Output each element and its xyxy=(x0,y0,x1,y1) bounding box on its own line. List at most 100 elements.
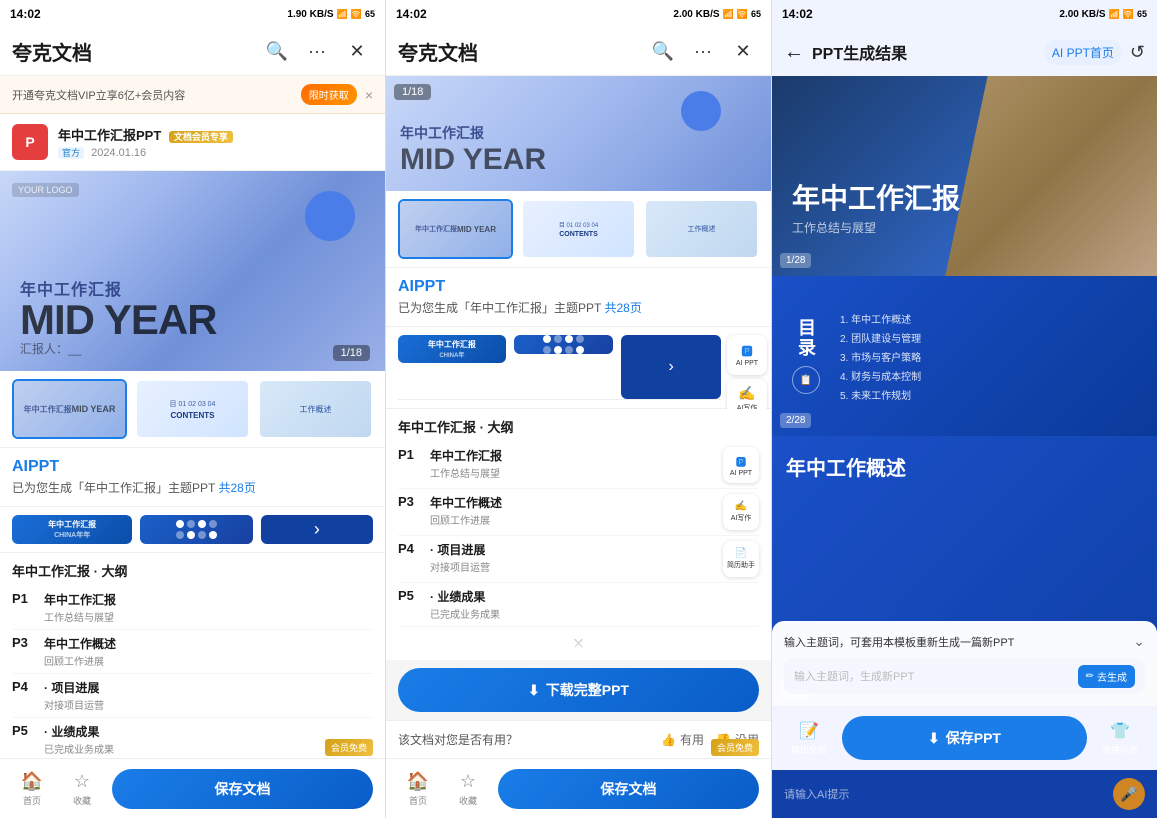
p2-aippt-tool[interactable]: 🅿 AI PPT xyxy=(727,335,767,375)
p2-outline-item-1: P1 年中工作汇报 工作总结与展望 🅿 AI PPT xyxy=(398,442,759,489)
battery-icon-3: 65 xyxy=(1137,9,1147,19)
status-icons-1: 1.90 KB/S 📶 🛜 65 xyxy=(287,9,375,20)
p3-slide3-title: 年中工作概述 xyxy=(786,452,1143,481)
outline-content-1: 年中工作汇报 工作总结与展望 xyxy=(44,591,373,624)
mic-icon: 🎤 xyxy=(1120,786,1137,803)
p3-refresh-icon[interactable]: ↺ xyxy=(1130,42,1145,63)
hero-area: YOUR LOGO 年中工作汇报 MID YEAR 汇报人：__ 1/18 xyxy=(0,171,385,371)
signal-icon-3: 📶 xyxy=(1109,9,1120,20)
p3-toc-item-2: 2. 团队建设与管理 xyxy=(840,328,1145,347)
aippt-title: AIPPT xyxy=(12,458,373,476)
p3-dropdown[interactable]: 输入主题词，可套用本模板重新生成一篇新PPT ⌄ xyxy=(784,633,1145,650)
thumb-mid-year[interactable]: 年中工作汇报 MID YEAR xyxy=(12,379,127,439)
p2-ppt-card-3[interactable]: › xyxy=(621,335,721,399)
doc-sub: 官方 2024.01.16 xyxy=(58,146,373,159)
p2-ppt-card-1[interactable]: 年中工作汇报CHINA年 xyxy=(398,335,506,363)
vip-badge-2: 会员免费 xyxy=(711,739,759,756)
p2-page-badge: 1/18 xyxy=(394,84,431,100)
nav-title-2: 夸克文档 xyxy=(398,37,639,66)
p3-nav-right: AI PPT首页 ↺ xyxy=(1044,40,1145,65)
p3-contents-title: 目录 xyxy=(793,318,819,358)
pencil-icon: ✏ xyxy=(1086,671,1094,682)
thumbnail-row: 年中工作汇报 MID YEAR 目 01 02 03 04 CONTENTS 工… xyxy=(0,371,385,448)
notif-action-btn[interactable]: 限时获取 xyxy=(301,84,357,105)
p2-thumbnail-row: 年中工作汇报 MID YEAR 目 01 02 03 04 CONTENTS 工… xyxy=(386,191,771,268)
ppt-preview-cards: 年中工作汇报CHINA年年 › xyxy=(0,507,385,553)
hero-logo-text: YOUR LOGO xyxy=(12,183,79,197)
download-ppt-btn[interactable]: ⬇ 下载完整PPT xyxy=(398,668,759,712)
thumb-contents-content: 目 01 02 03 04 CONTENTS xyxy=(137,381,248,437)
ppt-card-1[interactable]: 年中工作汇报CHINA年年 xyxy=(12,515,132,544)
p2-ppt-cards: 年中工作汇报CHINA年 › xyxy=(398,335,721,400)
p3-export-doc-btn[interactable]: 📝 输出文档 xyxy=(784,721,834,756)
p2-outline-item-2: P3 年中工作概述 回顾工作进展 ✍ AI写作 xyxy=(398,489,759,536)
doc-item[interactable]: P 年中工作汇报PPT 文档会员专享 官方 2024.01.16 xyxy=(0,114,385,171)
p3-toc-sidebar: 目录 📋 xyxy=(784,318,828,394)
p3-back-btn[interactable]: ← xyxy=(784,41,804,64)
bottom-bar-1: 🏠 首页 ☆ 收藏 保存文档 xyxy=(0,758,385,818)
ppt-card-more[interactable]: › xyxy=(261,515,373,544)
p2-outline-item-4: P5 · 业绩成果 已完成业务成果 xyxy=(398,583,759,627)
outline-item-1: P1 年中工作汇报 工作总结与展望 xyxy=(12,586,373,630)
p2-outline-item-3: P4 · 项目进展 对接项目运营 📄 简历助手 xyxy=(398,536,759,583)
p2-thumb-1[interactable]: 年中工作汇报 MID YEAR xyxy=(398,199,513,259)
thumb-work[interactable]: 工作概述 xyxy=(258,379,373,439)
p2-nav-home[interactable]: 🏠 首页 xyxy=(398,771,438,807)
p2-home-icon: 🏠 xyxy=(407,771,429,792)
close-button-2[interactable]: ✕ xyxy=(727,36,759,68)
close-button[interactable]: ✕ xyxy=(341,36,373,68)
p3-slide1-title: 年中工作汇报 xyxy=(792,184,960,215)
ppt-card-2[interactable] xyxy=(140,515,252,544)
outline-item-2: P3 年中工作概述 回顾工作进展 xyxy=(12,630,373,674)
doc-type-icon: P xyxy=(12,124,48,160)
p2-thumb-1-content: 年中工作汇报 MID YEAR xyxy=(400,201,511,257)
outline-content-4: · 业绩成果 已完成业务成果 xyxy=(44,723,373,756)
p3-nav: ← PPT生成结果 AI PPT首页 ↺ xyxy=(772,28,1157,76)
p2-ppt-card-2[interactable] xyxy=(514,335,614,354)
vip-tag: 文档会员专享 xyxy=(169,131,233,143)
p2-tool-side-1[interactable]: 🅿 AI PPT xyxy=(723,447,759,483)
panel-3: 14:02 2.00 KB/S 📶 🛜 65 ← PPT生成结果 AI PPT首… xyxy=(772,0,1157,818)
network-icon: 1.90 KB/S xyxy=(287,9,333,20)
p3-toc-item-3: 3. 市场与客户策略 xyxy=(840,347,1145,366)
hero-circle-decoration xyxy=(305,191,355,241)
p3-slide1-pagenum: 1/28 xyxy=(780,253,811,268)
outline-page-3: P4 xyxy=(12,679,36,694)
p3-save-ppt-btn[interactable]: ⬇ 保存PPT xyxy=(842,716,1087,760)
p2-tool-side-3[interactable]: 📄 简历助手 xyxy=(723,541,759,577)
aippt-tool-icon: 🅿 xyxy=(742,343,753,359)
p3-bottom: 📝 输出文档 ⬇ 保存PPT 👕 更换风格 xyxy=(772,706,1157,770)
search-button-2[interactable]: 🔍 xyxy=(647,36,679,68)
p2-close-icon[interactable]: × xyxy=(398,627,759,660)
p2-dot-grid xyxy=(543,335,584,354)
p3-wood-decoration xyxy=(945,76,1157,276)
nav-home-1[interactable]: 🏠 首页 xyxy=(12,771,52,807)
more-button[interactable]: ··· xyxy=(301,36,333,68)
thumb-work-content: 工作概述 xyxy=(260,381,371,437)
p3-slide1-text: 年中工作汇报 工作总结与展望 xyxy=(792,184,960,236)
p2-save-doc-btn[interactable]: 保存文档 xyxy=(498,769,759,809)
save-doc-btn-1[interactable]: 保存文档 xyxy=(112,769,373,809)
p2-nav-collect[interactable]: ☆ 收藏 xyxy=(448,771,488,807)
time-1: 14:02 xyxy=(10,7,41,21)
more-button-2[interactable]: ··· xyxy=(687,36,719,68)
nav-title-1: 夸克文档 xyxy=(12,37,253,66)
p3-home-btn[interactable]: AI PPT首页 xyxy=(1044,40,1122,65)
search-button[interactable]: 🔍 xyxy=(261,36,293,68)
p3-generate-btn[interactable]: ✏ 去生成 xyxy=(1078,665,1135,688)
p3-change-style-btn[interactable]: 👕 更换风格 xyxy=(1095,721,1145,756)
vip-badge-1: 会员免费 xyxy=(325,739,373,756)
outline-item-3: P4 · 项目进展 对接项目运营 xyxy=(12,674,373,718)
useful-btn[interactable]: 👍 有用 xyxy=(661,731,704,748)
p3-input-field[interactable]: 输入主题词，生成新PPT ✏ 去生成 xyxy=(784,658,1145,694)
p2-thumb-3[interactable]: 工作概述 xyxy=(644,199,759,259)
p2-aippt-desc: 已为您生成「年中工作汇报」主题PPT 共28页 xyxy=(398,299,759,316)
p2-thumb-2[interactable]: 目 01 02 03 04 CONTENTS xyxy=(521,199,636,259)
p3-ai-prompt-btn[interactable]: 🎤 xyxy=(1113,778,1145,810)
p2-tool-side-2[interactable]: ✍ AI写作 xyxy=(723,494,759,530)
notif-close-btn[interactable]: × xyxy=(365,87,373,103)
thumb-contents[interactable]: 目 01 02 03 04 CONTENTS xyxy=(135,379,250,439)
nav-collect-1[interactable]: ☆ 收藏 xyxy=(62,771,102,807)
download-icon: ⬇ xyxy=(528,682,540,699)
p3-slide3: 年中工作概述 3/28 输入主题词，可套用本模板重新生成一篇新PPT ⌄ 输入主… xyxy=(772,436,1157,706)
